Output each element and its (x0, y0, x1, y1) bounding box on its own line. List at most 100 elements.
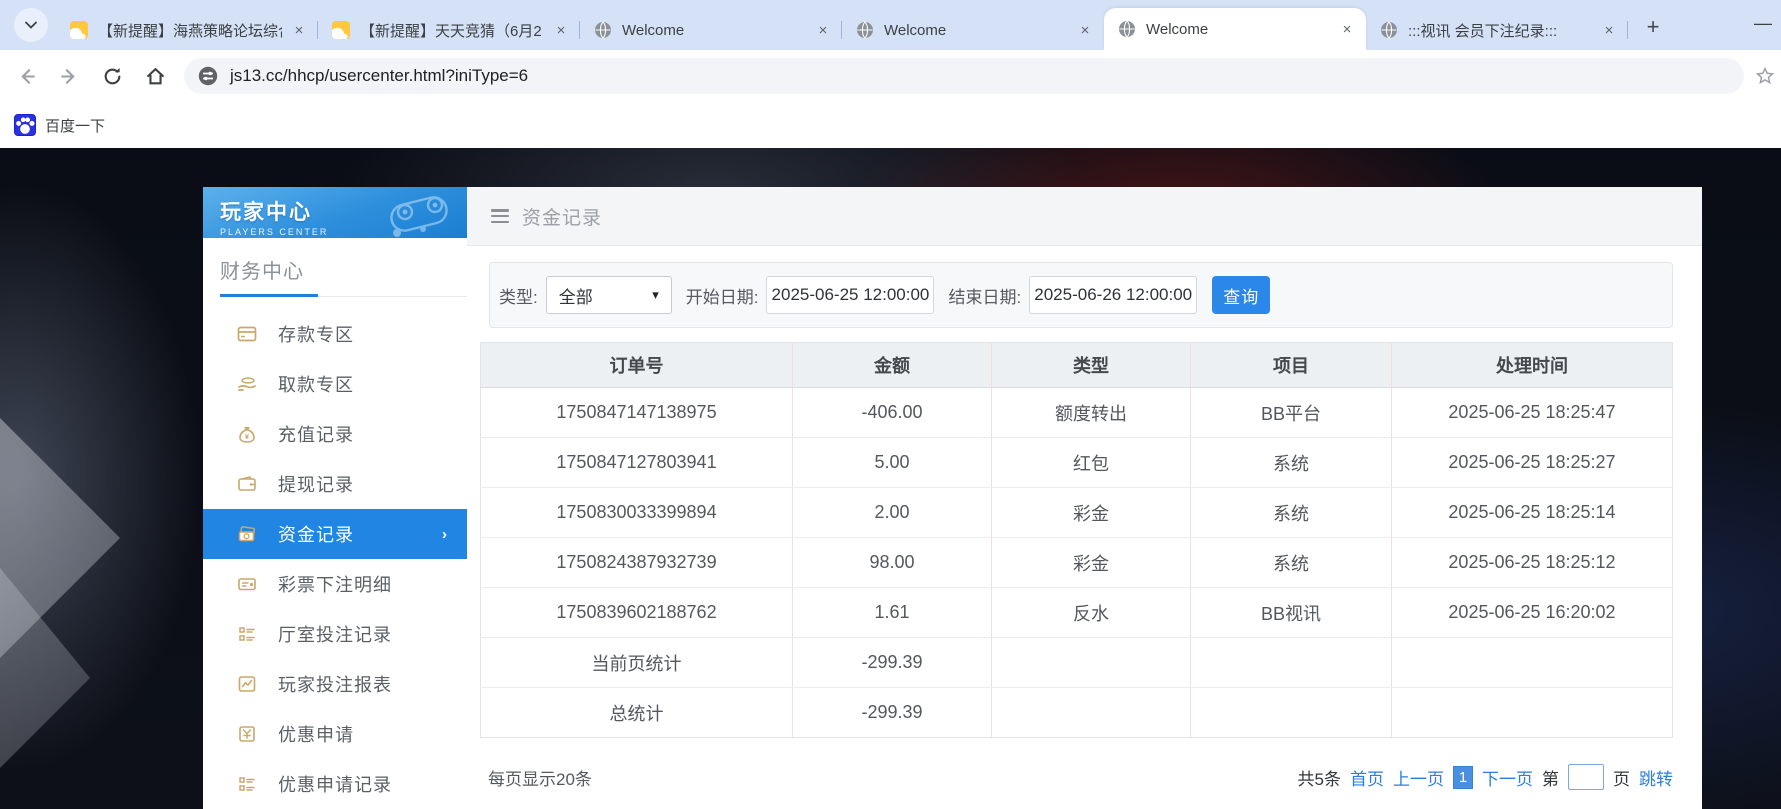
table-cell: 2025-06-25 18:25:12 (1392, 538, 1673, 588)
prev-page-link[interactable]: 上一页 (1393, 765, 1444, 790)
tab-title: Welcome (1146, 21, 1330, 38)
bookmark-star-icon[interactable] (1755, 66, 1775, 86)
table-cell: 1750830033399894 (481, 488, 793, 538)
sidebar-item-优惠申请[interactable]: 优惠申请 (203, 709, 467, 759)
search-button[interactable]: 查询 (1212, 276, 1270, 314)
sidebar: 玩家中心 PLAYERS CENTER 财务中心 存款专区 (203, 187, 467, 809)
sidebar-item-彩票下注明细[interactable]: 彩票下注明细 (203, 559, 467, 609)
start-date-input[interactable]: 2025-06-25 12:00:00 (766, 276, 934, 314)
sidebar-item-资金记录[interactable]: 资金记录 › (203, 509, 467, 559)
table-cell: 彩金 (992, 538, 1191, 588)
web-page: 玩家中心 PLAYERS CENTER 财务中心 存款专区 (0, 148, 1781, 809)
sidebar-item-优惠申请记录[interactable]: 优惠申请记录 (203, 759, 467, 809)
new-tab-button[interactable]: + (1638, 12, 1668, 42)
bookmark-label: 百度一下 (45, 115, 105, 136)
ticket-icon (236, 573, 258, 595)
sidebar-item-玩家投注报表[interactable]: 玩家投注报表 (203, 659, 467, 709)
browser-tab-6[interactable]: :::视讯 会员下注纪录::: × (1366, 10, 1628, 50)
total-count: 共5条 (1298, 765, 1341, 790)
table-footer: 每页显示20条 共5条 首页 上一页 1 下一页 第 页 跳转 (488, 764, 1673, 790)
tab-search-button[interactable] (14, 8, 48, 42)
tab-title: 【新提醒】天天竞猜（6月2 (360, 20, 544, 41)
tab-strip: 【新提醒】海燕策略论坛综合 × 【新提醒】天天竞猜（6月2 × Welcome … (56, 0, 1628, 50)
tab-close-icon[interactable]: × (814, 21, 832, 39)
table-cell: BB视讯 (1191, 588, 1392, 638)
tab-close-icon[interactable]: × (1600, 21, 1618, 39)
table-cell: -406.00 (793, 388, 992, 438)
chevron-down-icon: ▾ (652, 287, 659, 303)
list-icon (236, 623, 258, 645)
end-date-input[interactable]: 2025-06-26 12:00:00 (1029, 276, 1197, 314)
hamburger-icon[interactable] (491, 209, 509, 223)
chevron-down-icon (24, 18, 38, 32)
pagination: 共5条 首页 上一页 1 下一页 第 页 跳转 (1298, 764, 1673, 790)
table-cell: 总统计 (481, 688, 793, 738)
current-page-badge[interactable]: 1 (1453, 766, 1473, 789)
site-info-icon[interactable] (198, 66, 218, 86)
start-date-label: 开始日期: (686, 283, 759, 308)
sidebar-item-label: 彩票下注明细 (278, 571, 392, 597)
type-select[interactable]: 全部 ▾ (546, 276, 672, 314)
tab-title: :::视讯 会员下注纪录::: (1408, 20, 1592, 41)
report-icon (236, 673, 258, 695)
next-page-link[interactable]: 下一页 (1482, 765, 1533, 790)
sidebar-item-充值记录[interactable]: ¥ 充值记录 (203, 409, 467, 459)
filter-bar: 类型: 全部 ▾ 开始日期: 2025-06-25 12:00:00 结束日期:… (489, 262, 1673, 328)
column-header: 项目 (1191, 343, 1392, 388)
jump-prefix: 第 (1542, 765, 1559, 790)
forum-favicon (70, 21, 88, 39)
sidebar-item-label: 优惠申请 (278, 721, 354, 747)
browser-tab-5[interactable]: Welcome × (1104, 8, 1366, 50)
back-button[interactable] (9, 59, 43, 93)
address-bar[interactable]: js13.cc/hhcp/usercenter.html?iniType=6 (184, 58, 1744, 94)
table-row: 17508471278039415.00红包系统2025-06-25 18:25… (481, 438, 1673, 488)
table-cell (1191, 688, 1392, 738)
sidebar-item-label: 优惠申请记录 (278, 771, 392, 797)
table-cell (1191, 638, 1392, 688)
sidebar-item-厅室投注记录[interactable]: 厅室投注记录 (203, 609, 467, 659)
withdraw-hand-icon (236, 373, 258, 395)
tab-close-icon[interactable]: × (1076, 21, 1094, 39)
first-page-link[interactable]: 首页 (1350, 765, 1384, 790)
tab-close-icon[interactable]: × (290, 21, 308, 39)
browser-tab-1[interactable]: 【新提醒】海燕策略论坛综合 × (56, 10, 318, 50)
tab-title: Welcome (622, 22, 806, 39)
svg-text:¥: ¥ (245, 432, 250, 441)
jump-page-input[interactable] (1568, 764, 1604, 790)
tab-close-icon[interactable]: × (1338, 20, 1356, 38)
table-cell (992, 638, 1191, 688)
tab-title: Welcome (884, 22, 1068, 39)
sidebar-item-取款专区[interactable]: 取款专区 (203, 359, 467, 409)
baidu-paw-icon (14, 114, 36, 136)
table-cell (1392, 688, 1673, 738)
browser-tab-2[interactable]: 【新提醒】天天竞猜（6月2 × (318, 10, 580, 50)
chevron-right-icon: › (442, 526, 447, 543)
browser-toolbar: js13.cc/hhcp/usercenter.html?iniType=6 (0, 50, 1781, 102)
sidebar-item-存款专区[interactable]: 存款专区 (203, 309, 467, 359)
jump-suffix: 页 (1613, 765, 1630, 790)
table-cell: 系统 (1191, 488, 1392, 538)
home-button[interactable] (138, 59, 172, 93)
content-header: 资金记录 (467, 187, 1702, 246)
list-icon (236, 773, 258, 795)
table-row: 17508300333998942.00彩金系统2025-06-25 18:25… (481, 488, 1673, 538)
table-row: 1750847147138975-406.00额度转出BB平台2025-06-2… (481, 388, 1673, 438)
url-text[interactable]: js13.cc/hhcp/usercenter.html?iniType=6 (230, 66, 528, 86)
browser-tab-3[interactable]: Welcome × (580, 10, 842, 50)
jump-button[interactable]: 跳转 (1639, 765, 1673, 790)
forward-button[interactable] (52, 59, 86, 93)
table-row: 总统计-299.39 (481, 688, 1673, 738)
sidebar-item-提现记录[interactable]: 提现记录 (203, 459, 467, 509)
bookmark-baidu[interactable]: 百度一下 (14, 114, 105, 136)
window-minimize-button[interactable]: — (1753, 14, 1773, 34)
column-header: 订单号 (481, 343, 793, 388)
tab-close-icon[interactable]: × (552, 21, 570, 39)
browser-tab-4[interactable]: Welcome × (842, 10, 1104, 50)
sidebar-item-label: 取款专区 (278, 371, 354, 397)
table-cell: 彩金 (992, 488, 1191, 538)
column-header: 类型 (992, 343, 1191, 388)
sidebar-item-label: 厅室投注记录 (278, 621, 392, 647)
reload-button[interactable] (95, 59, 129, 93)
table-cell: 1750839602188762 (481, 588, 793, 638)
table-cell: 1750824387932739 (481, 538, 793, 588)
